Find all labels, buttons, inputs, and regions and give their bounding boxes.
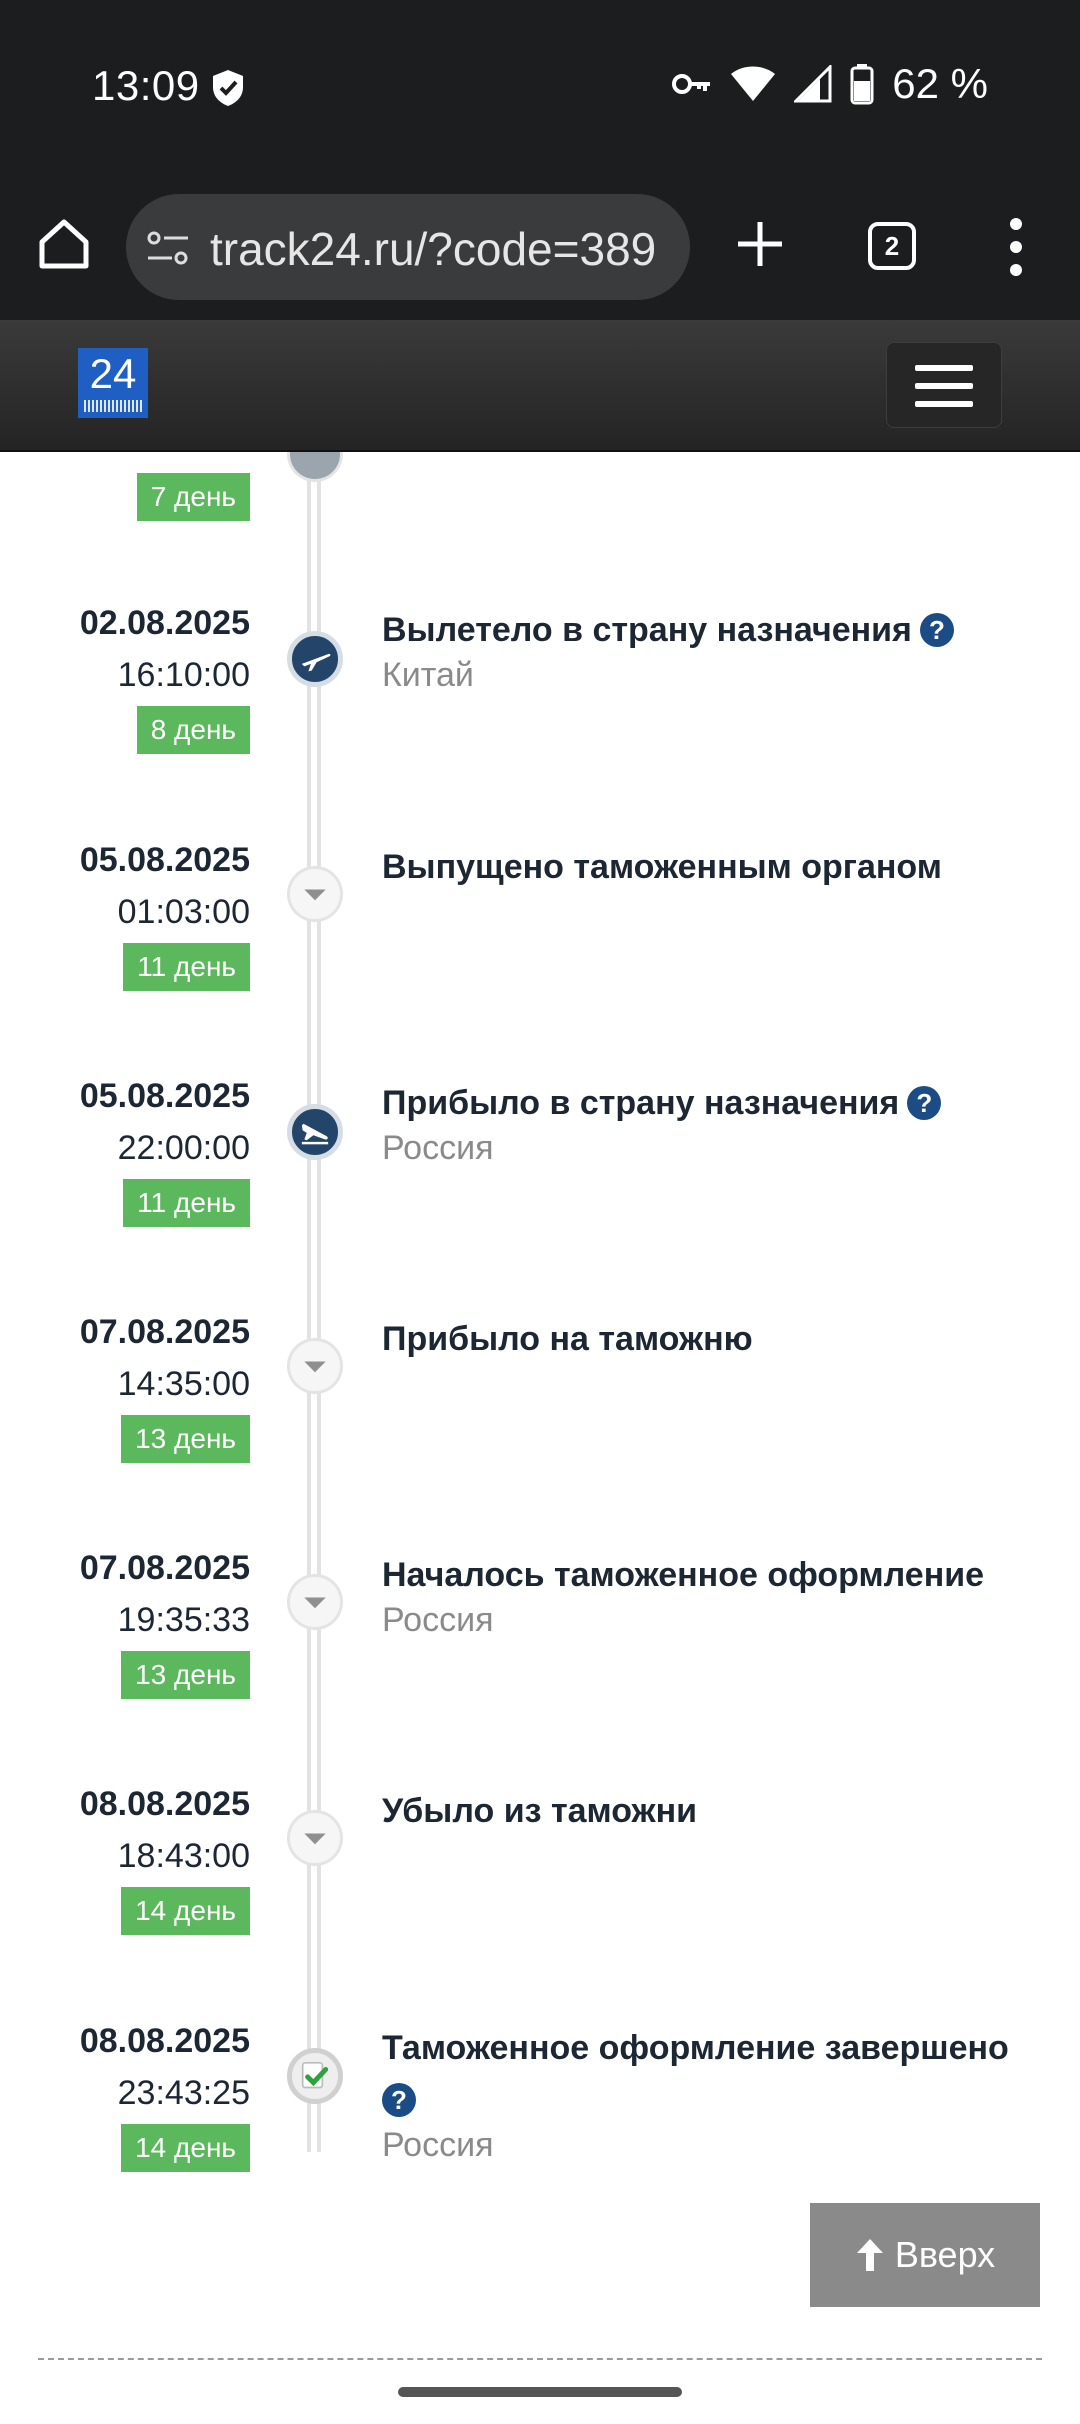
new-tab-icon[interactable] — [732, 216, 788, 272]
timeline-node — [287, 452, 343, 482]
footer-divider — [38, 2358, 1042, 2360]
event-place: Россия — [382, 1129, 494, 1167]
arrow-down-icon — [287, 1574, 343, 1630]
event-day-badge: 14 день — [121, 1887, 250, 1935]
shield-icon — [213, 70, 243, 106]
event-date: 02.08.2025 — [79, 604, 250, 642]
event-title: Вылетело в страну назначения? — [382, 604, 1052, 656]
event-day-badge: 11 день — [123, 943, 250, 991]
status-icons: 62 % — [672, 60, 988, 108]
arrow-down-icon — [287, 1810, 343, 1866]
event-day-badge: 11 день — [123, 1179, 250, 1227]
help-icon[interactable]: ? — [907, 1086, 942, 1120]
event-day-badge: 8 день — [136, 706, 250, 754]
status-time: 13:09 — [92, 62, 200, 109]
event-time: 18:43:00 — [117, 1837, 250, 1875]
plane-departure-icon — [287, 631, 343, 687]
battery-percent: 62 % — [892, 60, 988, 107]
event-day-badge: 7 день — [136, 473, 250, 521]
gesture-bar[interactable] — [398, 2387, 682, 2397]
event-title: Убыло из таможни — [382, 1792, 698, 1830]
tracking-timeline: 7 день 02.08.2025 16:10:00 8 день Вылете… — [0, 452, 1080, 2424]
event-title: Выпущено таможенным органом — [382, 848, 942, 886]
check-icon — [287, 2048, 343, 2104]
hamburger-icon[interactable] — [886, 342, 1002, 428]
event-date: 07.08.2025 — [79, 1313, 250, 1351]
plane-arrival-icon — [287, 1104, 343, 1160]
arrow-up-icon — [856, 2239, 883, 2271]
event-time: 19:35:33 — [117, 1601, 250, 1639]
event-title: Началось таможенное оформление — [382, 1556, 985, 1594]
event-title: Прибыло в страну назначения? — [382, 1077, 1052, 1129]
event-day-badge: 13 день — [121, 1415, 250, 1463]
overflow-menu-icon[interactable] — [1004, 214, 1028, 280]
event-place: Китай — [382, 656, 474, 694]
event-time: 01:03:00 — [117, 893, 250, 931]
logo-text: 24 — [89, 350, 137, 397]
signal-icon — [794, 65, 832, 103]
event-date: 08.08.2025 — [79, 1785, 250, 1823]
wifi-icon — [731, 66, 776, 101]
help-icon[interactable]: ? — [382, 2083, 416, 2117]
event-time: 22:00:00 — [117, 1129, 250, 1167]
site-logo[interactable]: 24 — [78, 348, 148, 418]
scroll-to-top-button[interactable]: Вверх — [810, 2203, 1040, 2307]
vpn-key-icon — [672, 74, 711, 94]
status-bar: 13:09 62 % — [0, 0, 1080, 176]
home-icon[interactable] — [36, 216, 92, 272]
arrow-down-icon — [287, 866, 343, 922]
event-day-badge: 14 день — [121, 2124, 250, 2172]
timeline-line — [307, 452, 321, 2152]
url-text: track24.ru/?code=389 — [210, 223, 657, 275]
event-title: Прибыло на таможню — [382, 1320, 753, 1358]
event-place: Россия — [382, 1601, 494, 1639]
event-title: Таможенное оформление завершено ? — [382, 2029, 1009, 2117]
arrow-down-icon — [287, 1338, 343, 1394]
event-date: 05.08.2025 — [79, 841, 250, 879]
event-date: 08.08.2025 — [79, 2022, 250, 2060]
event-place: Россия — [382, 2126, 494, 2164]
event-time: 23:43:25 — [117, 2074, 250, 2112]
browser-toolbar: track24.ru/?code=389 2 — [0, 176, 1080, 320]
help-icon[interactable]: ? — [919, 613, 954, 647]
battery-icon — [850, 64, 874, 105]
tabs-icon[interactable]: 2 — [868, 222, 916, 270]
event-time: 16:10:00 — [117, 656, 250, 694]
event-date: 07.08.2025 — [79, 1549, 250, 1587]
event-date: 05.08.2025 — [79, 1077, 250, 1115]
site-header: 24 — [0, 320, 1080, 452]
event-day-badge: 13 день — [121, 1651, 250, 1699]
url-bar[interactable]: track24.ru/?code=389 — [126, 194, 690, 300]
scroll-to-top-label: Вверх — [894, 2234, 996, 2275]
site-settings-icon[interactable] — [146, 228, 190, 268]
event-time: 14:35:00 — [117, 1365, 250, 1403]
